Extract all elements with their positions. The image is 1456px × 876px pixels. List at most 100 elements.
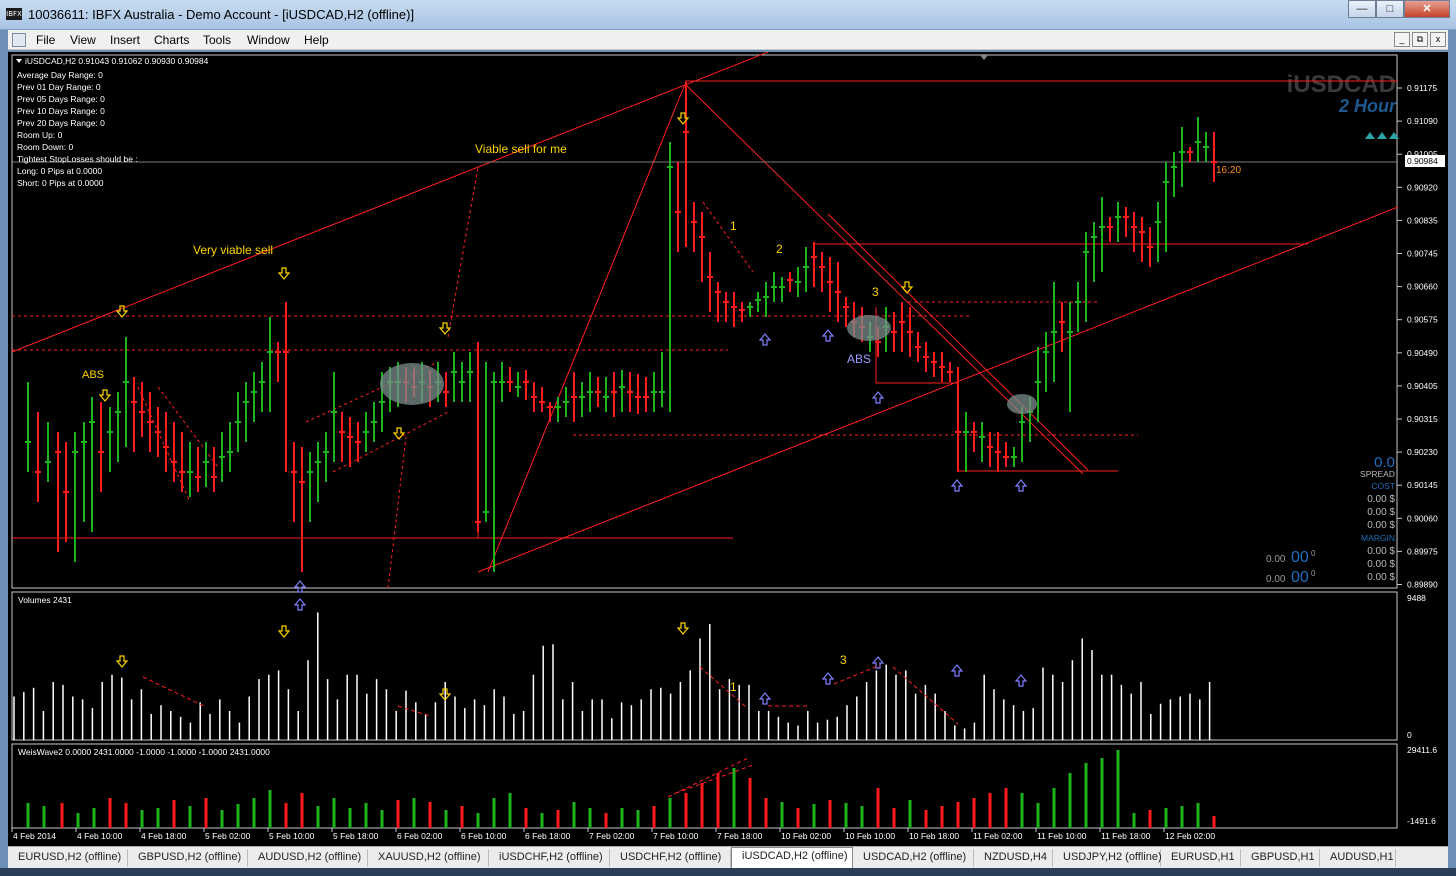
menu-help[interactable]: Help: [304, 33, 329, 47]
chart-tab[interactable]: EURUSD,H2 (offline): [8, 849, 128, 867]
chart-tab[interactable]: USDCAD,H2 (offline): [853, 849, 974, 867]
dashed-projection-2[interactable]: [387, 436, 407, 589]
weiswave-bar: [524, 808, 528, 828]
info-line: Tightest StopLosses should be :: [17, 154, 138, 164]
weiswave-bar: [220, 810, 224, 828]
chart-tab[interactable]: GBPUSD,H2 (offline): [128, 849, 248, 867]
chart-tab-bar: EURUSD,H2 (offline) GBPUSD,H2 (offline) AU…: [8, 846, 1448, 868]
weiswave-bar: [268, 790, 272, 828]
buy-arrow-icon: [821, 329, 835, 342]
collapse-triangle-icon[interactable]: [16, 59, 22, 63]
annotation-wave-1: 1: [730, 219, 737, 233]
dashed-projection-1[interactable]: [447, 166, 479, 338]
chart-tab[interactable]: iUSDCHF,H2 (offline): [489, 849, 610, 867]
time-tick-label: 10 Feb 18:00: [909, 831, 959, 841]
weiswave-line[interactable]: [667, 757, 749, 798]
info-line: Short: 0 Pips at 0.0000: [17, 178, 104, 188]
info-line: Prev 05 Days Range: 0: [17, 94, 105, 104]
volume-line[interactable]: [397, 705, 431, 717]
weiswave-bar: [1180, 806, 1184, 828]
price-tick-label: 0.90230: [1407, 447, 1438, 457]
volume-line[interactable]: [833, 664, 881, 685]
bar-countdown: 16:20: [1216, 165, 1241, 176]
time-tick-label: 4 Feb 2014: [13, 831, 56, 841]
upper-channel-line[interactable]: [11, 51, 769, 353]
weiswave-bar: [940, 806, 944, 828]
close-button[interactable]: ✕: [1404, 0, 1450, 18]
annotation-abs-left: ABS: [82, 369, 104, 381]
volume-buy-arrow-icon: [950, 664, 964, 677]
mdi-close-button[interactable]: x: [1430, 32, 1446, 47]
annotation-wave-3: 3: [872, 285, 879, 299]
weiswave-bar: [1052, 788, 1056, 828]
menu-charts[interactable]: Charts: [154, 33, 189, 47]
chart-tab[interactable]: XAUUSD,H2 (offline): [368, 849, 489, 867]
highlight-zone-ellipse-2[interactable]: [847, 315, 891, 341]
chart-tab[interactable]: iUSDCAD,H2 (offline): [731, 847, 853, 868]
menu-tools[interactable]: Tools: [203, 33, 231, 47]
highlight-zone-ellipse-3[interactable]: [1007, 394, 1037, 414]
volume-buy-arrow-icon: [758, 692, 772, 705]
weiswave-bar: [396, 800, 400, 828]
chart-tab[interactable]: AUDUSD,H2 (offline): [248, 849, 368, 867]
volume-line[interactable]: [142, 676, 207, 708]
weiswave-bar: [988, 793, 992, 828]
rising-trend-line[interactable]: [487, 83, 686, 573]
chart-tab[interactable]: USDJPY,H2 (offline): [1053, 849, 1162, 867]
volumes-axis-top: 9488: [1407, 593, 1426, 603]
weiswave-bar: [812, 804, 816, 828]
chart-tab[interactable]: USDCHF,H2 (offline): [610, 849, 731, 867]
minimize-button[interactable]: —: [1348, 0, 1376, 18]
weiswave-bar: [1084, 763, 1088, 828]
candlestick-series: [25, 82, 1217, 572]
info-line: Average Day Range: 0: [17, 70, 103, 80]
menu-insert[interactable]: Insert: [110, 33, 140, 47]
maximize-button[interactable]: □: [1376, 0, 1404, 18]
window-title: 10036611: IBFX Australia - Demo Account …: [28, 7, 415, 22]
time-tick-label: 10 Feb 10:00: [845, 831, 895, 841]
weiswave-bar: [652, 806, 656, 828]
signal-triangle-icon: [1377, 132, 1387, 139]
chart-window[interactable]: iUSDCAD 2 Hour Viable sell for me Very v…: [8, 51, 1448, 846]
chart-document-icon[interactable]: [12, 33, 26, 47]
chart-tab[interactable]: EURUSD,H1: [1161, 849, 1241, 867]
weiswave-bar: [876, 788, 880, 828]
chart-tab[interactable]: AUDUSD,H1: [1320, 849, 1396, 867]
chart-shift-marker-icon: [980, 55, 988, 60]
mdi-minimize-button[interactable]: _: [1394, 32, 1410, 47]
info-line: Prev 01 Day Range: 0: [17, 82, 101, 92]
lower-trend-line[interactable]: [477, 206, 1399, 573]
weiswave-bar: [780, 802, 784, 828]
volume-annotation-wave-3: 3: [840, 653, 847, 667]
weiswave-bar: [1004, 788, 1008, 828]
info-line: Prev 10 Days Range: 0: [17, 106, 105, 116]
spread-panel: 0.0 SPREAD COST 0.00 $ 0.00 $ 0.00 $ MAR…: [1266, 454, 1395, 586]
volume-buy-arrow-icon: [871, 656, 885, 669]
buy-arrow-icon: [950, 479, 964, 492]
menu-view[interactable]: View: [70, 33, 96, 47]
cost-value-3: 0.00 $: [1367, 520, 1395, 531]
menu-file[interactable]: File: [36, 33, 55, 47]
main-panel-border: [11, 54, 1398, 589]
weiswave-bar: [476, 813, 480, 828]
cost-label: COST: [1371, 481, 1395, 491]
weiswave-bar: [636, 810, 640, 828]
menu-window[interactable]: Window: [247, 33, 290, 47]
weiswave-line[interactable]: [675, 764, 754, 794]
sell-arrow-icon: [98, 389, 112, 402]
current-price-label: 0.90984: [1407, 156, 1438, 166]
chart-tab[interactable]: GBPUSD,H1: [1241, 849, 1320, 867]
weiswave-bar: [332, 798, 336, 828]
chart-tab[interactable]: NZDUSD,H4: [974, 849, 1053, 867]
buy-arrow-icon: [871, 391, 885, 404]
weiswave-bar: [428, 802, 432, 828]
mdi-restore-button[interactable]: ⧉: [1412, 32, 1428, 47]
highlight-zone-ellipse[interactable]: [380, 363, 444, 405]
volume-sell-arrow-icon: [115, 655, 129, 668]
weiswave-bar: [796, 808, 800, 828]
falling-trend-line[interactable]: [684, 83, 1084, 475]
chart-canvas[interactable]: iUSDCAD 2 Hour Viable sell for me Very v…: [8, 51, 1448, 846]
time-tick-label: 12 Feb 02:00: [1165, 831, 1215, 841]
weiswave-bar: [1036, 803, 1040, 828]
signal-triangle-icon: [1365, 132, 1375, 139]
